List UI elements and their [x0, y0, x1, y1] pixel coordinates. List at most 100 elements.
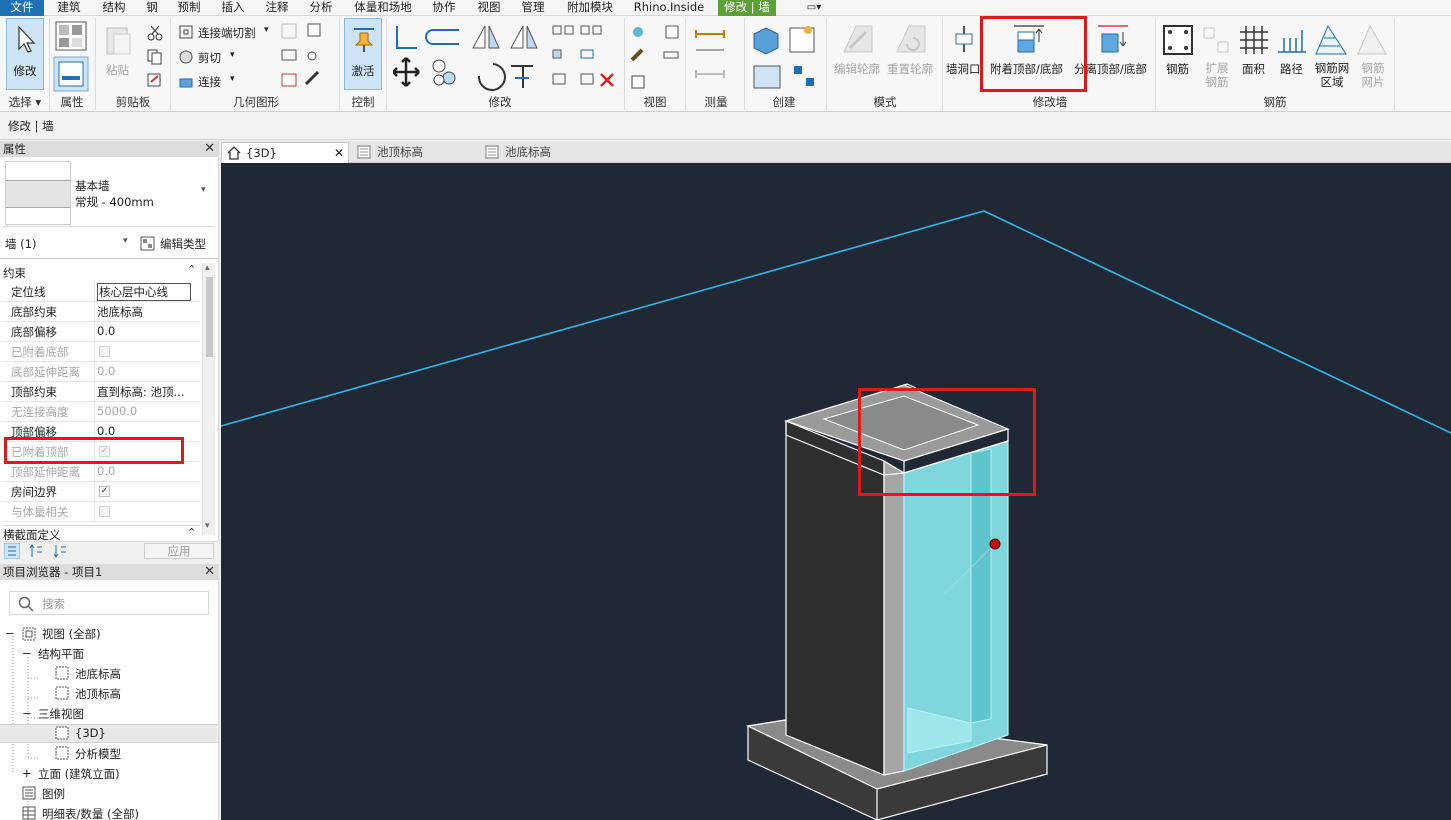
property-row: 顶部约束 直到标高: 池顶...: [3, 382, 200, 402]
property-value[interactable]: 0.0: [97, 324, 191, 338]
properties-palette: 属性 ✕ 基本墙 常规 - 400mm ▾ 墙 (1) ▾ 编辑类型 约束 ⌃ …: [0, 141, 219, 560]
menu-manage[interactable]: 管理: [516, 0, 550, 16]
collapse-icon[interactable]: ⌃: [187, 263, 196, 276]
search-box[interactable]: 搜索: [9, 591, 209, 615]
menu-rhino-inside[interactable]: Rhino.Inside: [628, 0, 710, 16]
menu-collaborate[interactable]: 协作: [427, 0, 461, 16]
geometry-tools-icon[interactable]: [280, 22, 330, 92]
menu-view[interactable]: 视图: [472, 0, 506, 16]
detach-top-base-icon[interactable]: [1096, 24, 1130, 54]
menu-file[interactable]: 文件: [0, 0, 44, 16]
path-rebar-icon[interactable]: [1276, 24, 1308, 56]
menu-modify-wall[interactable]: 修改 | 墙: [718, 0, 776, 16]
sort-icon[interactable]: [4, 543, 20, 559]
chevron-down-icon[interactable]: ▾: [201, 185, 206, 195]
scissors-icon[interactable]: [146, 24, 164, 42]
tree-views[interactable]: 视图 (全部): [42, 626, 101, 642]
sort-descending-icon[interactable]: [52, 543, 68, 559]
tree-elevations[interactable]: 立面 (建筑立面): [38, 766, 120, 782]
join-label[interactable]: 连接: [198, 74, 221, 90]
cope-icon[interactable]: [178, 24, 194, 40]
join-geometry-icon[interactable]: [178, 73, 194, 89]
tab-pool-top[interactable]: 池顶标高: [353, 142, 477, 163]
sort-ascending-icon[interactable]: [28, 543, 44, 559]
property-name: 底部偏移: [11, 325, 57, 339]
scrollbar[interactable]: ▴ ▾: [202, 263, 215, 535]
properties-icon[interactable]: [53, 56, 89, 92]
tree-legends[interactable]: 图例: [42, 786, 65, 802]
select-panel-label[interactable]: 选择 ▾: [2, 94, 48, 111]
close-icon[interactable]: ✕: [334, 143, 344, 163]
tree-3d[interactable]: {3D}: [75, 726, 106, 740]
copy-icon[interactable]: [146, 48, 164, 66]
type-family: 基本墙: [75, 179, 110, 193]
paste-icon[interactable]: [104, 24, 134, 58]
tree-analytical-model[interactable]: 分析模型: [75, 746, 121, 762]
rebar-icon[interactable]: [1162, 24, 1194, 56]
extend-rebar-label: 扩展 钢筋: [1205, 61, 1229, 89]
context-bar: 修改 | 墙: [0, 112, 1451, 140]
3d-view-canvas[interactable]: [221, 163, 1451, 820]
collapse-icon[interactable]: ⌃: [187, 526, 196, 539]
cut-geometry-icon[interactable]: [178, 49, 194, 65]
modify-button[interactable]: 修改: [6, 18, 44, 90]
tab-3d[interactable]: {3D} ✕: [221, 142, 349, 163]
instance-filter[interactable]: 墙 (1): [5, 236, 36, 252]
wall-front-edge[interactable]: [883, 459, 905, 776]
property-value[interactable]: 池底标高: [97, 304, 191, 320]
property-value[interactable]: 核心层中心线: [97, 283, 191, 301]
model-drawing: [221, 210, 1451, 820]
menu-structure[interactable]: 结构: [97, 0, 131, 16]
menu-precast[interactable]: 预制: [172, 0, 206, 16]
close-icon[interactable]: ✕: [204, 564, 215, 580]
menu-addins[interactable]: 附加模块: [562, 0, 618, 16]
fabric-area-icon[interactable]: [1314, 24, 1348, 56]
cut-label[interactable]: 剪切: [198, 50, 221, 66]
tree-pool-top[interactable]: 池顶标高: [75, 686, 121, 702]
type-properties-icon[interactable]: [55, 21, 87, 51]
menu-analyze[interactable]: 分析: [304, 0, 338, 16]
menu-steel[interactable]: 钢: [141, 0, 163, 16]
view-tools-icon[interactable]: [630, 24, 680, 94]
property-value[interactable]: 0.0: [97, 424, 191, 438]
edit-type-button[interactable]: 编辑类型: [160, 236, 206, 252]
activate-button[interactable]: 激活: [344, 18, 382, 90]
property-checkbox: [99, 346, 110, 357]
menu-insert[interactable]: 插入: [216, 0, 250, 16]
edit-type-icon[interactable]: [140, 236, 155, 251]
grip-handle[interactable]: [989, 538, 1001, 550]
menu-massing-site[interactable]: 体量和场地: [350, 0, 416, 16]
chevron-down-icon[interactable]: ▾: [123, 236, 128, 246]
create-tools-icon[interactable]: [750, 22, 820, 92]
path-label[interactable]: 路径: [1280, 61, 1303, 77]
tree-3d-views[interactable]: 三维视图: [38, 706, 84, 722]
tree-pool-bottom[interactable]: 池底标高: [75, 666, 121, 682]
type-selector[interactable]: 基本墙 常规 - 400mm ▾: [3, 159, 213, 227]
area-label[interactable]: 面积: [1242, 61, 1265, 77]
wall-opening-icon[interactable]: [950, 24, 980, 54]
property-checkbox[interactable]: ✓: [99, 486, 110, 497]
fabric-area-label[interactable]: 钢筋网 区域: [1312, 61, 1352, 89]
property-value[interactable]: 直到标高: 池顶...: [97, 384, 191, 400]
cope-label[interactable]: 连接端切割: [198, 25, 256, 41]
measure-icon[interactable]: [692, 26, 742, 86]
menu-architecture[interactable]: 建筑: [52, 0, 86, 16]
match-properties-icon[interactable]: [146, 72, 164, 90]
reset-profile-label: 重置轮廓: [887, 62, 933, 76]
apply-button[interactable]: 应用: [144, 543, 214, 559]
group-constraints[interactable]: 约束 ⌃: [3, 263, 200, 281]
chevron-down-icon[interactable]: ▭▾: [800, 0, 828, 16]
group-constraints-label: 约束: [3, 266, 26, 280]
tab-pool-bottom[interactable]: 池底标高: [481, 142, 605, 163]
close-icon[interactable]: ✕: [204, 141, 215, 157]
tree-schedules[interactable]: 明细表/数量 (全部): [42, 806, 139, 820]
modify-tools-icon[interactable]: [393, 22, 623, 92]
paste-label: 粘贴: [106, 63, 129, 77]
activate-label: 激活: [351, 64, 375, 78]
menu-annotate[interactable]: 注释: [260, 0, 294, 16]
rebar-panel-label: 钢筋: [1263, 95, 1287, 109]
area-rebar-icon[interactable]: [1238, 24, 1270, 56]
tree-structural-plans[interactable]: 结构平面: [38, 646, 84, 662]
rebar-label[interactable]: 钢筋: [1166, 61, 1189, 77]
wall-opening-label[interactable]: 墙洞口: [946, 61, 981, 77]
